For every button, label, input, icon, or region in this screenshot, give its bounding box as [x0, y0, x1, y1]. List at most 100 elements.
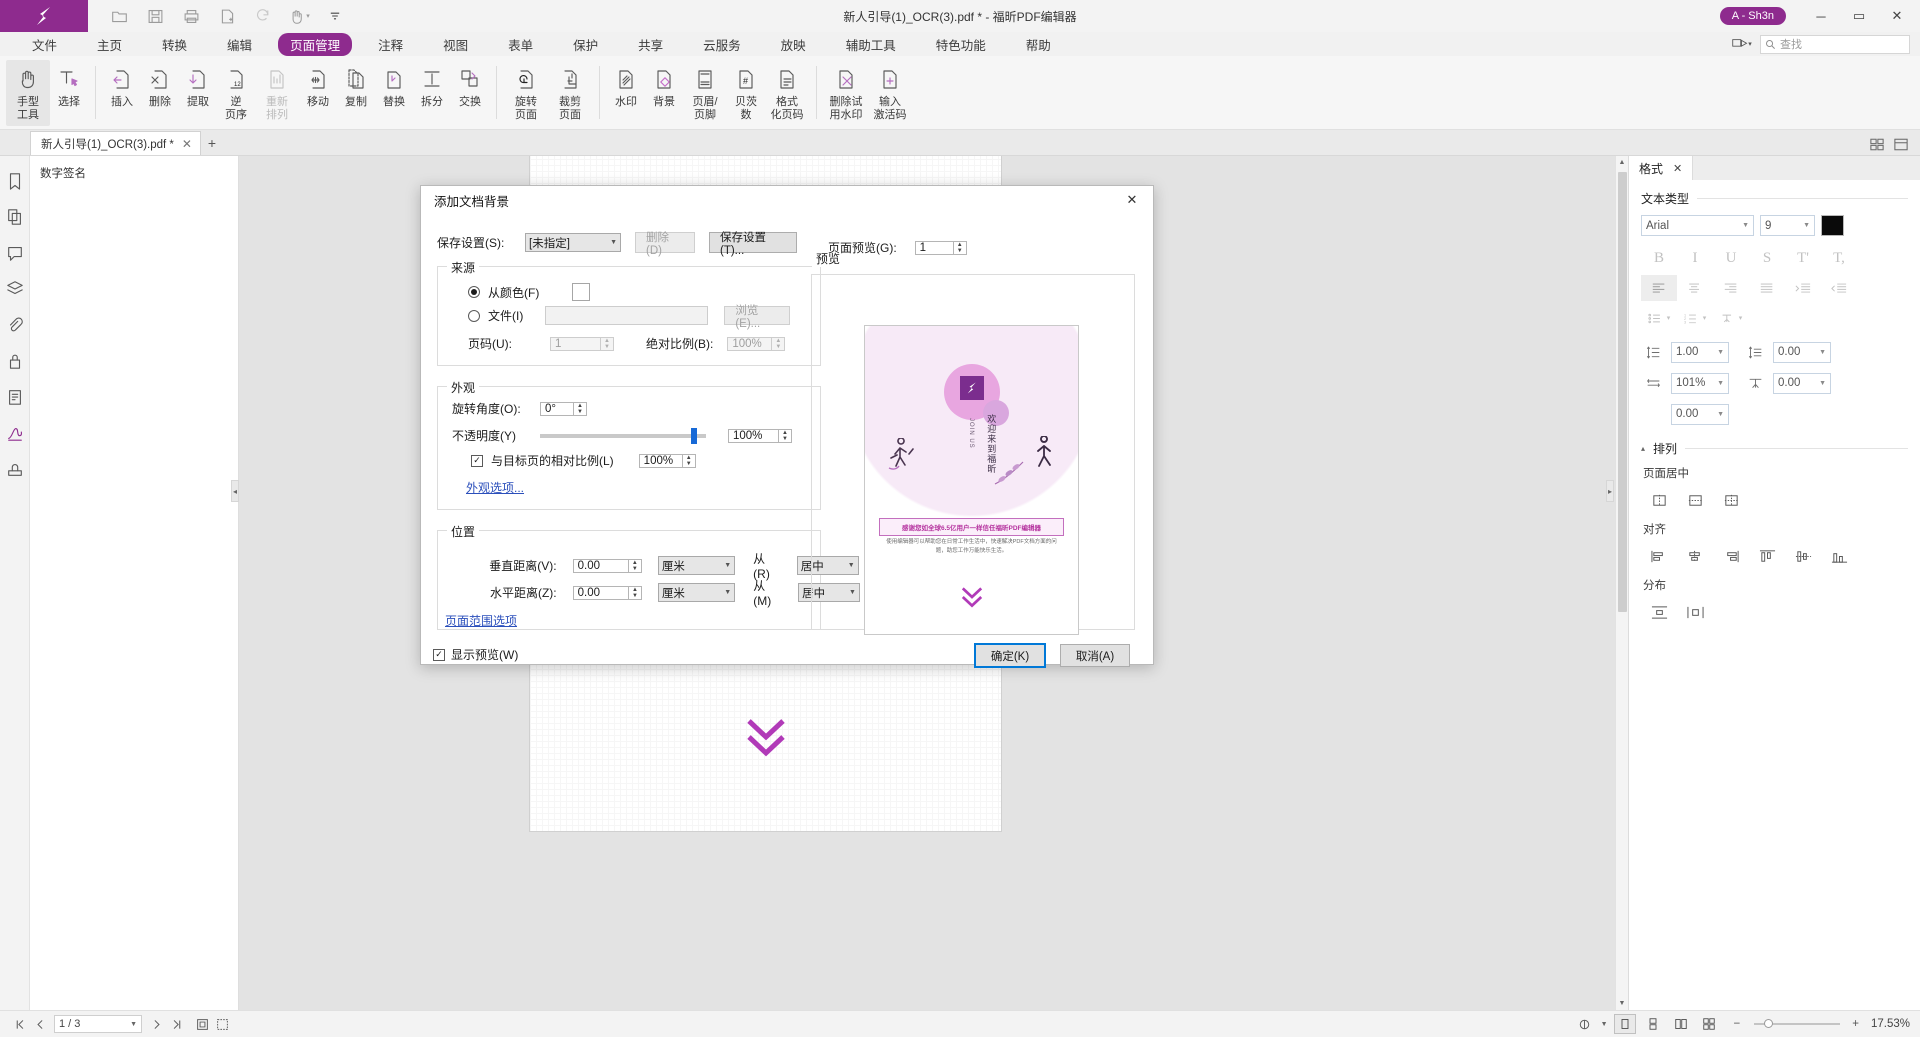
from-color-label: 从颜色(F)	[488, 284, 539, 301]
preview-foxit-logo-icon	[960, 376, 984, 400]
relative-scale-spin-arrows[interactable]: ▲▼	[682, 454, 696, 468]
absolute-scale-spin-arrows[interactable]: ▲▼	[771, 337, 785, 351]
preview-banner-text: 感谢您如全球6.5亿用户一样信任福昕PDF编辑器	[879, 518, 1064, 536]
page-range-options-link[interactable]: 页面范围选项	[445, 612, 517, 629]
rotation-stepper[interactable]: 0° ▲▼	[540, 402, 587, 416]
horizontal-distance-row: 水平距离(Z): 0.00 ▲▼ 厘米 ▼ 从(M) 居中 ▼	[470, 577, 860, 608]
vertical-unit-value: 厘米	[662, 558, 685, 574]
preview-dancer-left-icon	[887, 438, 917, 484]
opacity-spin-arrows[interactable]: ▲▼	[778, 429, 792, 443]
file-path-input[interactable]	[545, 306, 708, 325]
position-legend: 位置	[447, 523, 479, 540]
chevron-down-icon: ▼	[724, 589, 731, 596]
opacity-slider[interactable]	[540, 434, 706, 438]
spin-down-icon[interactable]: ▼	[779, 436, 791, 442]
background-preview-page: JOIN US 欢迎来到福昕 感谢您如全球6.5亿用户一样信任福昕PDF编辑器 …	[864, 325, 1079, 635]
opacity-slider-handle[interactable]	[691, 428, 697, 444]
add-background-dialog: 添加文档背景 ✕ 保存设置(S): [未指定] ▼ 删除(D) 保存设置(T).…	[420, 185, 1154, 665]
vertical-distance-label: 垂直距离(V):	[470, 557, 557, 574]
spin-down-icon[interactable]: ▼	[574, 409, 586, 415]
preview-join-us-text: JOIN US	[968, 418, 974, 449]
save-settings-button[interactable]: 保存设置(T)...	[709, 232, 797, 253]
opacity-row: 不透明度(Y) 100% ▲▼	[452, 427, 804, 444]
spin-down-icon[interactable]: ▼	[601, 344, 613, 350]
page-number-value: 1	[550, 337, 600, 351]
from-color-row: 从颜色(F)	[468, 283, 590, 301]
source-group: 来源 从颜色(F) 文件(I) 浏览(E)... 页码(U): 1 ▲▼	[437, 266, 821, 366]
preview-subtext: 使用编辑器可以帮助您在日常工作生活中，快速解决PDF文档方面的问题，助您工作万能…	[883, 538, 1060, 556]
relative-scale-label: 与目标页的相对比例(L)	[491, 452, 614, 469]
page-preview-label: 页面预览(G):	[828, 239, 897, 256]
rotation-label: 旋转角度(O):	[452, 400, 532, 417]
opacity-value: 100%	[728, 429, 778, 443]
spin-down-icon[interactable]: ▼	[629, 566, 641, 572]
saved-settings-value: [未指定]	[529, 235, 570, 251]
opacity-slider-fill	[540, 434, 706, 438]
dialog-header: 添加文档背景 ✕	[421, 186, 1153, 214]
dialog-close-button[interactable]: ✕	[1119, 189, 1145, 211]
chevron-down-icon: ▼	[610, 239, 617, 246]
absolute-scale-value: 100%	[727, 337, 771, 351]
appearance-group: 外观 旋转角度(O): 0° ▲▼ 不透明度(Y) 100% ▲▼	[437, 386, 821, 510]
page-preview-value: 1	[915, 241, 953, 255]
saved-settings-row: 保存设置(S): [未指定] ▼ 删除(D) 保存设置(T)...	[437, 232, 797, 253]
vertical-distance-stepper[interactable]: 0.00 ▲▼	[573, 559, 642, 573]
relative-scale-row: ✓ 与目标页的相对比例(L) 100% ▲▼	[471, 452, 696, 469]
vertical-unit-select[interactable]: 厘米 ▼	[658, 556, 735, 575]
page-preview-spin-arrows[interactable]: ▲▼	[953, 241, 967, 255]
vertical-distance-spin-arrows[interactable]: ▲▼	[628, 559, 642, 573]
rotation-row: 旋转角度(O): 0° ▲▼	[452, 400, 587, 417]
browse-button: 浏览(E)...	[724, 306, 790, 325]
modal-scrim: 添加文档背景 ✕ 保存设置(S): [未指定] ▼ 删除(D) 保存设置(T).…	[0, 0, 1920, 1037]
saved-settings-select[interactable]: [未指定] ▼	[525, 233, 621, 252]
rotation-value: 0°	[540, 402, 573, 416]
preview-leaf-decoration-icon	[993, 458, 1027, 488]
show-preview-checkbox[interactable]: ✓	[433, 649, 445, 661]
spin-down-icon[interactable]: ▼	[683, 461, 695, 467]
relative-scale-value: 100%	[639, 454, 682, 468]
rotation-spin-arrows[interactable]: ▲▼	[573, 402, 587, 416]
relative-scale-stepper[interactable]: 100% ▲▼	[639, 454, 696, 468]
horizontal-distance-value: 0.00	[573, 586, 628, 600]
horizontal-distance-label: 水平距离(Z):	[470, 584, 557, 601]
spin-down-icon[interactable]: ▼	[629, 593, 641, 599]
horizontal-unit-select[interactable]: 厘米 ▼	[658, 583, 735, 602]
from-file-label: 文件(I)	[488, 307, 523, 324]
horizontal-distance-stepper[interactable]: 0.00 ▲▼	[573, 586, 642, 600]
dialog-title: 添加文档背景	[434, 191, 509, 210]
from-file-radio[interactable]	[468, 310, 480, 322]
preview-dancer-right-icon	[1028, 436, 1060, 484]
saved-settings-label: 保存设置(S):	[437, 234, 517, 251]
opacity-stepper[interactable]: 100% ▲▼	[728, 429, 792, 443]
source-legend: 来源	[447, 259, 479, 276]
vertical-distance-value: 0.00	[573, 559, 628, 573]
absolute-scale-label: 绝对比例(B):	[646, 335, 713, 352]
appearance-options-link[interactable]: 外观选项...	[466, 479, 524, 496]
delete-settings-button: 删除(D)	[635, 232, 695, 253]
preview-chevron-down-icon	[959, 584, 985, 610]
page-number-row: 页码(U): 1 ▲▼ 绝对比例(B): 100% ▲▼	[468, 335, 785, 352]
page-number-spin-arrows[interactable]: ▲▼	[600, 337, 614, 351]
horizontal-distance-spin-arrows[interactable]: ▲▼	[628, 586, 642, 600]
preview-group: 预览 页面预览(G): 1 ▲▼ JOIN US 欢迎来到福昕	[811, 274, 1135, 630]
opacity-label: 不透明度(Y)	[452, 427, 532, 444]
spin-down-icon[interactable]: ▼	[954, 248, 966, 254]
background-color-swatch[interactable]	[572, 283, 590, 301]
page-preview-stepper[interactable]: 1 ▲▼	[915, 241, 967, 255]
spin-down-icon[interactable]: ▼	[772, 344, 784, 350]
page-number-label: 页码(U):	[468, 335, 542, 352]
appearance-legend: 外观	[447, 379, 479, 396]
ok-button[interactable]: 确定(K)	[975, 644, 1045, 667]
from-color-radio[interactable]	[468, 286, 480, 298]
page-preview-row: 页面预览(G): 1 ▲▼	[828, 239, 967, 256]
absolute-scale-stepper[interactable]: 100% ▲▼	[727, 337, 785, 351]
from-file-row: 文件(I) 浏览(E)...	[468, 306, 790, 325]
chevron-down-icon: ▼	[724, 562, 731, 569]
cancel-button[interactable]: 取消(A)	[1060, 644, 1130, 667]
show-preview-label: 显示预览(W)	[451, 646, 518, 663]
relative-scale-checkbox[interactable]: ✓	[471, 455, 483, 467]
horizontal-from-label: 从(M)	[753, 577, 782, 608]
horizontal-unit-value: 厘米	[662, 585, 685, 601]
show-preview-row: ✓ 显示预览(W)	[433, 646, 518, 663]
page-number-stepper[interactable]: 1 ▲▼	[550, 337, 614, 351]
